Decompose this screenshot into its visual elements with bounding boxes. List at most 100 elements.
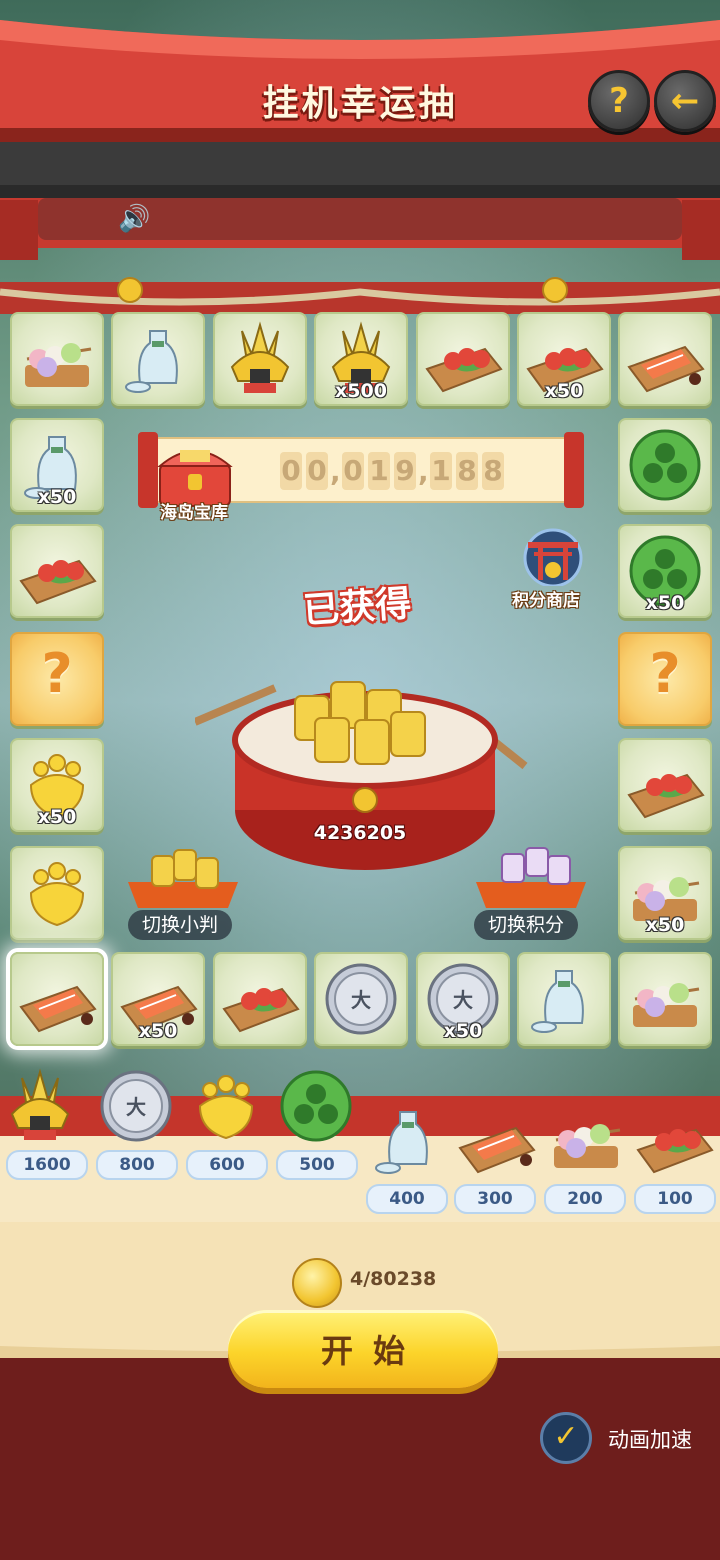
sake-bottle-icon [125, 330, 178, 393]
tile-count: x500 [335, 380, 387, 402]
board-tile: x50 [618, 524, 712, 618]
board-tile: ? [10, 632, 104, 726]
counter-separator: , [330, 454, 341, 488]
samurai-helmet-icon [10, 1068, 70, 1140]
salmon-sashimi-icon [19, 985, 97, 1033]
board-tile [618, 738, 712, 832]
coin-count: 4/80238 [350, 1268, 437, 1290]
counter-digit: 8 [456, 452, 478, 490]
green-crest-icon [280, 1070, 352, 1142]
points-shop-button[interactable]: 积分商店 [510, 526, 600, 611]
board-tile [213, 952, 307, 1046]
reward-price: 300 [454, 1184, 536, 1214]
start-button[interactable]: 开始 [228, 1310, 498, 1388]
board-tile [111, 312, 205, 406]
obtained-label: 已获得 [301, 583, 413, 632]
board-tile: x50 [111, 952, 205, 1046]
tile-count: x50 [37, 806, 77, 828]
board-tile [517, 952, 611, 1046]
counter-digit: 8 [482, 452, 504, 490]
reward-price: 800 [96, 1150, 178, 1180]
board-tile [10, 524, 104, 618]
board-tile: x50 [517, 312, 611, 406]
svg-text:大: 大 [453, 988, 473, 1012]
board-tile: ? [618, 632, 712, 726]
treasury-label: 海岛宝库 [160, 503, 228, 523]
reward-price: 200 [544, 1184, 626, 1214]
sake-bottle-icon [531, 970, 584, 1033]
tomato-plate-icon [425, 347, 503, 393]
board-tile: x50 [10, 738, 104, 832]
green-crest-icon [629, 429, 701, 501]
tile-count: x50 [544, 380, 584, 402]
dango-icon [25, 343, 92, 387]
drum-value: 4236205 [313, 822, 407, 844]
torii-shop-icon [523, 528, 583, 586]
reward-price: 600 [186, 1150, 268, 1180]
points-shop-label: 积分商店 [512, 591, 580, 611]
dango-icon [554, 1124, 621, 1168]
help-button[interactable]: ? [588, 70, 650, 132]
counter-separator: , [418, 454, 429, 488]
counter-digit: 0 [306, 452, 328, 490]
treasury-counter: 00,019,188 [278, 452, 506, 490]
counter-digit: 0 [280, 452, 302, 490]
anim-speed-checkbox[interactable]: ✓ [540, 1412, 592, 1464]
check-icon: ✓ [553, 1419, 579, 1454]
dango-icon [633, 983, 700, 1027]
announcement-bar: 🔊 [38, 198, 682, 240]
speaker-icon[interactable]: 🔊 [118, 204, 150, 234]
gold-coin-icon [292, 1258, 342, 1308]
board-tile: 大 x50 [416, 952, 510, 1046]
salmon-sashimi-icon [627, 345, 705, 393]
board-tile [416, 312, 510, 406]
board-tile [213, 312, 307, 406]
reward-price: 400 [366, 1184, 448, 1214]
counter-digit: 0 [342, 452, 364, 490]
gold-paulownia-icon [198, 1075, 254, 1140]
board-tile [618, 312, 712, 406]
salmon-sashimi-icon [458, 1126, 536, 1174]
board-tile [10, 312, 104, 406]
silver-coin-icon: 大 [325, 963, 397, 1035]
tile-count: x50 [443, 1020, 483, 1042]
tomato-plate-icon [19, 559, 97, 605]
gold-paulownia-icon [29, 862, 85, 927]
board-tile [10, 952, 104, 1046]
reward-price: 100 [634, 1184, 716, 1214]
anim-speed-label: 动画加速 [608, 1428, 692, 1452]
tile-count: x50 [37, 486, 77, 508]
reward-price: 1600 [6, 1150, 88, 1180]
counter-digit: 1 [368, 452, 390, 490]
back-button[interactable]: ← [654, 70, 716, 132]
tile-count: x50 [138, 1020, 178, 1042]
board-tile [618, 418, 712, 512]
switch-koban-button[interactable]: 切换小判 [128, 910, 233, 940]
board-tile: x50 [618, 846, 712, 940]
board-tile: 大 [314, 952, 408, 1046]
samurai-helmet-icon [230, 321, 290, 393]
question-icon: ? [649, 642, 681, 705]
reward-price: 500 [276, 1150, 358, 1180]
board-tile: x500 [314, 312, 408, 406]
counter-digit: 1 [430, 452, 452, 490]
question-icon: ? [609, 81, 629, 121]
tomato-plate-icon [222, 987, 300, 1033]
tomato-plate-icon [627, 773, 705, 819]
koban-pile-icon [128, 849, 238, 908]
board-tile [10, 846, 104, 940]
tile-count: x50 [645, 914, 685, 936]
back-arrow-icon: ← [670, 81, 700, 121]
points-pile-icon [476, 847, 586, 908]
svg-text:大: 大 [351, 988, 371, 1012]
switch-points-button[interactable]: 切换积分 [474, 910, 579, 940]
counter-digit: 9 [394, 452, 416, 490]
tomato-plate-icon [636, 1128, 714, 1174]
board-tile [618, 952, 712, 1046]
question-icon: ? [41, 642, 73, 705]
board-tile: x50 [10, 418, 104, 512]
sake-bottle-icon [375, 1111, 428, 1174]
tile-count: x50 [645, 592, 685, 614]
svg-text:大: 大 [126, 1095, 146, 1119]
silver-coin-icon: 大 [100, 1070, 172, 1142]
